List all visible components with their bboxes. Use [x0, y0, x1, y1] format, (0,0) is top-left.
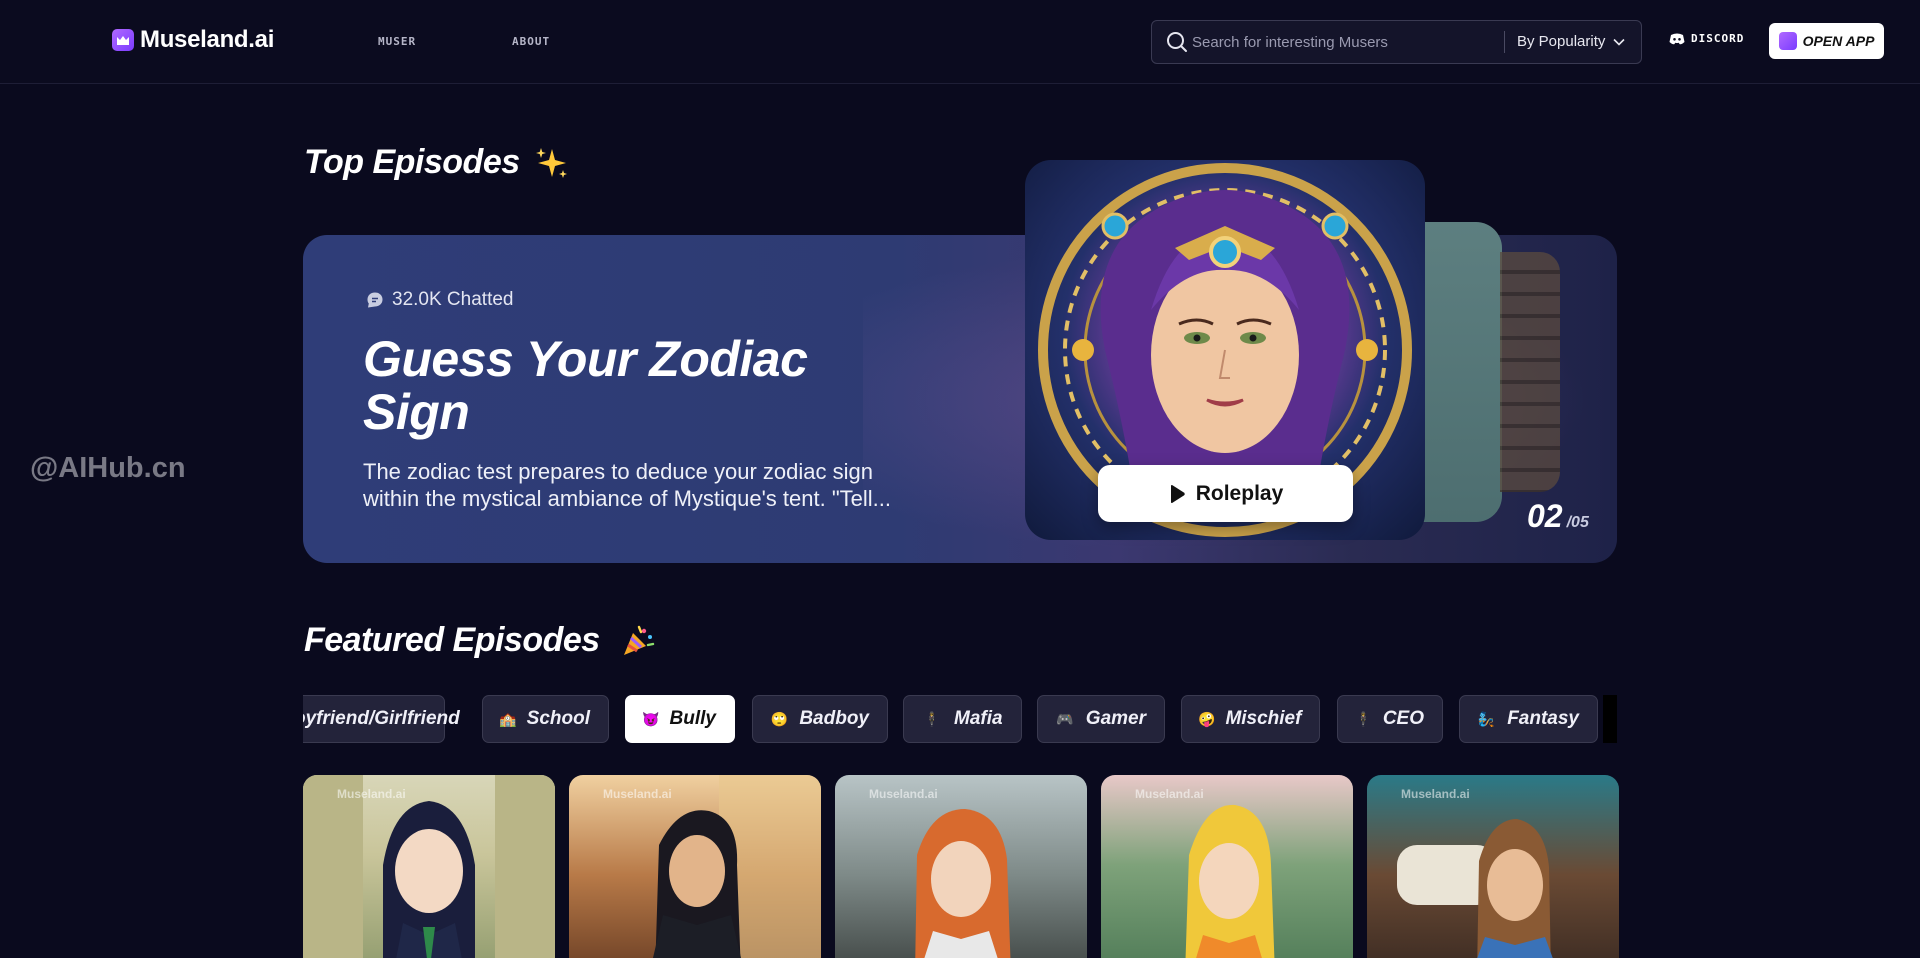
discord-icon	[1669, 33, 1685, 44]
next-episode-card-image	[1500, 252, 1560, 492]
episode-card[interactable]: Museland.ai	[303, 775, 555, 958]
discord-label: DISCORD	[1691, 32, 1745, 45]
episode-card[interactable]: Museland.ai	[1101, 775, 1353, 958]
search-icon	[1167, 32, 1187, 52]
episode-card-image	[915, 809, 1011, 958]
card-watermark: Museland.ai	[1401, 787, 1470, 801]
watermark: @AIHub.cn	[30, 452, 186, 484]
page-total: /05	[1566, 514, 1589, 531]
play-icon	[1170, 484, 1185, 503]
suit-person-icon: 🕴	[923, 710, 941, 727]
card-watermark: Museland.ai	[603, 787, 672, 801]
chevron-down-icon	[1613, 38, 1625, 46]
card-watermark: Museland.ai	[337, 787, 406, 801]
open-app-button[interactable]: OPEN APP	[1769, 23, 1884, 59]
game-controller-icon: 🎮	[1056, 710, 1074, 727]
top-episodes-title-text: Top Episodes	[304, 143, 520, 181]
page-current: 02	[1527, 498, 1563, 534]
featured-episodes-title: Featured Episodes	[304, 621, 656, 660]
discord-link[interactable]: DISCORD	[1669, 32, 1744, 45]
episode-card-image	[1397, 819, 1553, 958]
school-icon: 🏫	[499, 710, 517, 727]
episode-description: The zodiac test prepares to deduce your …	[363, 459, 891, 511]
tab-label: Bully	[669, 708, 716, 729]
carousel-page-counter: 02 /05	[1527, 498, 1589, 535]
tab-bully[interactable]: 😈 Bully	[625, 695, 735, 743]
eye-roll-icon: 🙄	[770, 710, 788, 727]
episode-card[interactable]: Museland.ai	[835, 775, 1087, 958]
open-app-label: OPEN APP	[1802, 33, 1875, 49]
episode-card-image	[303, 775, 555, 958]
roleplay-button[interactable]: Roleplay	[1098, 465, 1353, 522]
devil-icon: 😈	[642, 710, 660, 727]
tab-fantasy[interactable]: 🧞 Fantasy	[1459, 695, 1598, 743]
roleplay-label: Roleplay	[1195, 481, 1284, 505]
featured-episodes-title-text: Featured Episodes	[304, 621, 600, 659]
tabs-scroll-edge	[1603, 695, 1617, 743]
party-popper-icon	[623, 625, 654, 655]
tab-label: School	[526, 708, 590, 729]
museland-logo-icon	[112, 29, 134, 51]
search-divider	[1504, 31, 1505, 53]
chat-bubble-icon	[367, 292, 383, 308]
tab-mafia[interactable]: 🕴 Mafia	[903, 695, 1022, 743]
tab-label: Fantasy	[1507, 708, 1579, 729]
museland-logo-icon	[1778, 32, 1797, 50]
tab-label: Mischief	[1225, 708, 1302, 729]
card-watermark: Museland.ai	[869, 787, 938, 801]
tab-label: Gamer	[1085, 708, 1146, 729]
episode-card-image	[1185, 804, 1275, 958]
tab-label: Mafia	[954, 708, 1003, 729]
chatted-count: 32.0K Chatted	[366, 289, 513, 311]
chatted-text: 32.0K Chatted	[392, 289, 514, 310]
tab-boyfriend-girlfriend[interactable]: oyfriend/Girlfriend	[303, 695, 460, 743]
tab-label: CEO	[1382, 708, 1424, 729]
tab-badboy[interactable]: 🙄 Badboy	[752, 695, 888, 743]
genie-icon: 🧞	[1477, 710, 1496, 727]
episode-card-image	[652, 775, 821, 958]
zany-face-icon: 🤪	[1198, 710, 1216, 727]
tab-label: Badboy	[799, 708, 869, 729]
suit-person-icon: 🕴	[1354, 710, 1373, 727]
category-tabs: oyfriend/Girlfriend 🏫 School 😈 Bully 🙄 B…	[303, 695, 1617, 745]
sort-select[interactable]: By Popularity	[1517, 33, 1625, 50]
episode-card[interactable]: Museland.ai	[569, 775, 821, 958]
episode-title: Guess Your Zodiac Sign	[363, 331, 808, 440]
tab-mischief[interactable]: 🤪 Mischief	[1181, 695, 1320, 743]
tab-label: oyfriend/Girlfriend	[303, 708, 460, 729]
tab-school[interactable]: 🏫 School	[482, 695, 609, 743]
sort-label: By Popularity	[1517, 33, 1606, 50]
nav-about[interactable]: ABOUT	[512, 35, 550, 48]
top-episodes-title: Top Episodes	[304, 143, 570, 182]
tab-gamer[interactable]: 🎮 Gamer	[1037, 695, 1165, 743]
sparkles-icon	[535, 147, 567, 178]
nav-muser[interactable]: MUSER	[378, 35, 416, 48]
card-watermark: Museland.ai	[1135, 787, 1204, 801]
top-header: Museland.ai MUSER ABOUT By Popularity DI…	[0, 0, 1920, 84]
search-bar: By Popularity	[1151, 20, 1652, 64]
logo[interactable]: Museland.ai	[112, 26, 274, 54]
episode-card[interactable]: Museland.ai	[1367, 775, 1619, 958]
logo-text: Museland.ai	[140, 26, 275, 53]
tab-ceo[interactable]: 🕴 CEO	[1337, 695, 1443, 743]
